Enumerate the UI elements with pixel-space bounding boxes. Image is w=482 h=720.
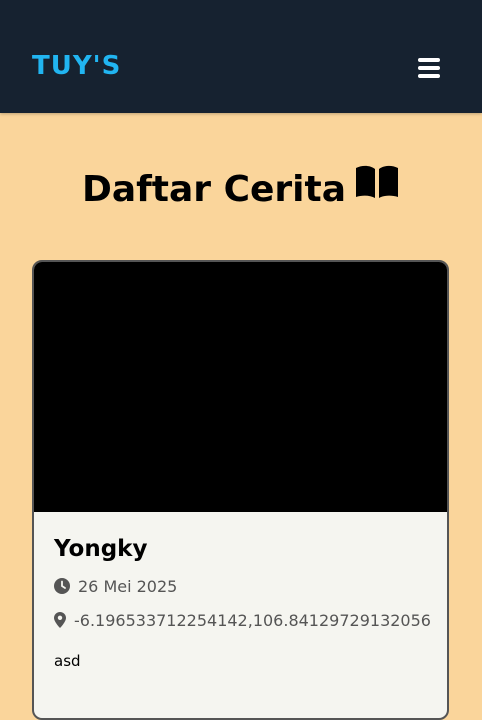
clock-icon (54, 578, 70, 594)
map-pin-icon (54, 612, 66, 628)
story-description: asd (54, 652, 81, 670)
story-image (34, 262, 447, 512)
story-date: 26 Mei 2025 (78, 576, 178, 596)
story-location: -6.196533712254142,106.84129729132056 (74, 610, 431, 630)
hamburger-menu-icon-bar (418, 66, 440, 70)
story-author-name: Yongky (54, 536, 148, 562)
page-title: Daftar Cerita (0, 164, 482, 216)
hamburger-menu-button[interactable] (416, 56, 444, 80)
navbar: TUY'S (0, 0, 482, 113)
story-location-row: -6.196533712254142,106.84129729132056 (54, 610, 431, 630)
hamburger-menu-icon (418, 58, 440, 62)
story-date-row: 26 Mei 2025 (54, 576, 177, 596)
hamburger-menu-icon-bar (418, 74, 440, 78)
open-book-icon (354, 164, 400, 213)
page-title-text: Daftar Cerita (81, 169, 347, 210)
brand-logo[interactable]: TUY'S (32, 50, 121, 82)
story-card[interactable]: Yongky 26 Mei 2025 -6.196533712254142,10… (32, 260, 449, 720)
